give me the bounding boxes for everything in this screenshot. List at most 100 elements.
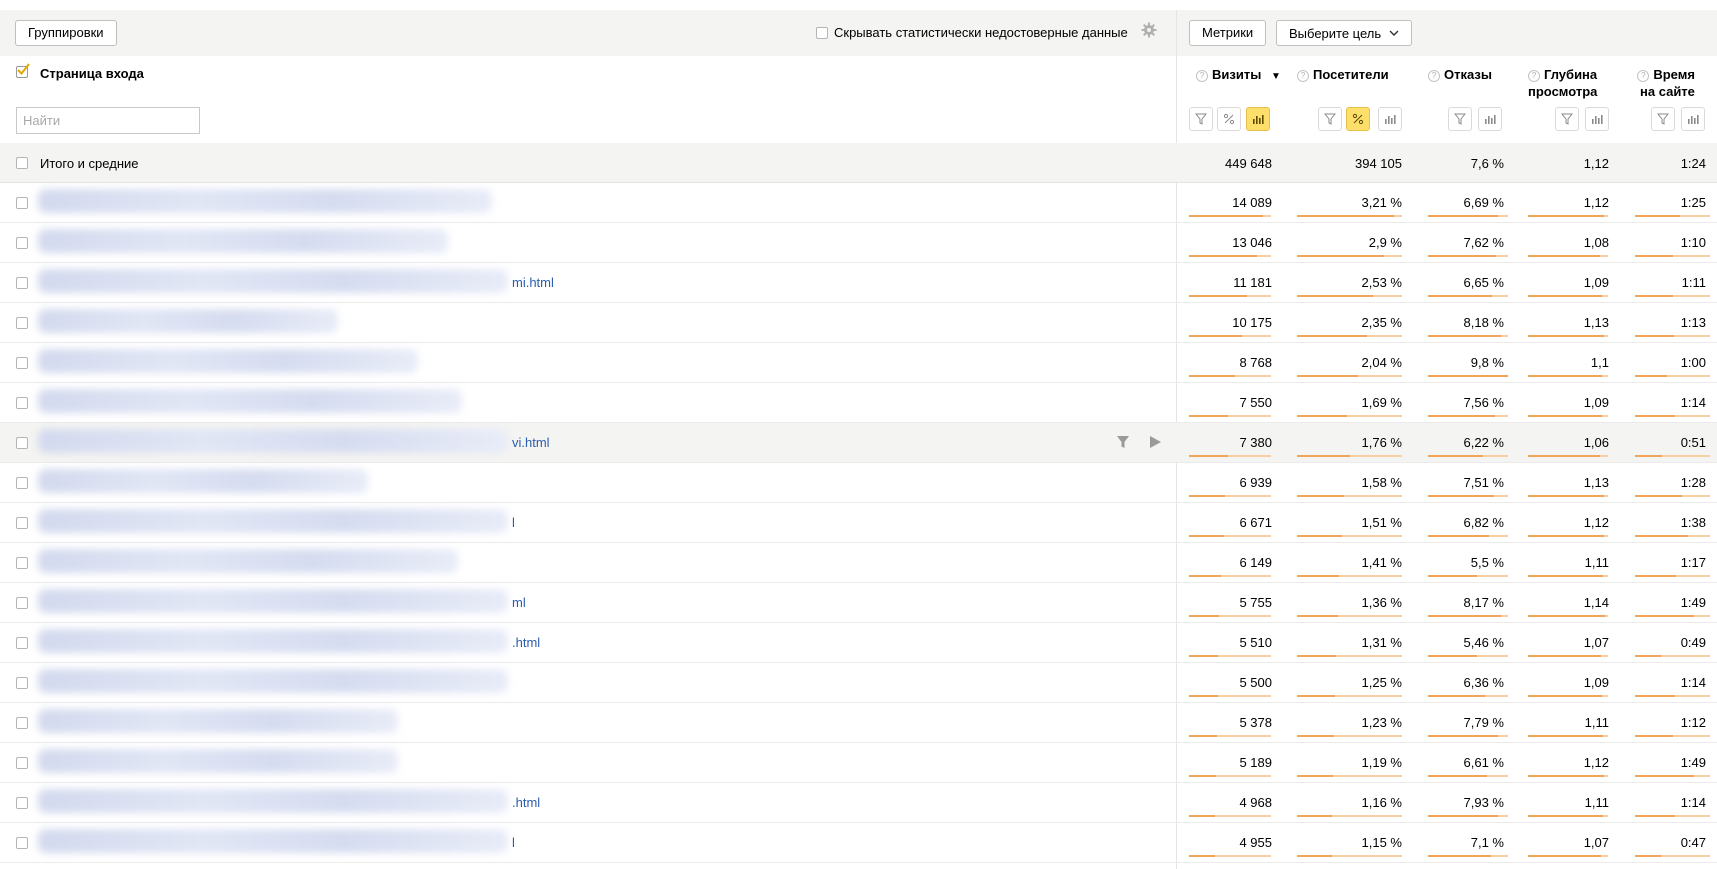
bar-fill [1297,495,1344,497]
table-row[interactable]: 13 046 2,9 % 7,62 % 1,08 1:10 [0,223,1717,263]
cell-visits: 10 175 [1232,315,1272,330]
table-row[interactable]: .html 4 968 1,16 % 7,93 % 1,11 1:14 [0,783,1717,823]
cell-visitors-bar [1297,455,1402,457]
column-header-visits[interactable]: ? Визиты ▼ [1196,66,1281,85]
cell-bounce-bar [1428,255,1508,257]
row-checkbox[interactable] [16,397,28,409]
help-icon[interactable]: ? [1196,70,1208,82]
row-link[interactable]: l [512,515,515,531]
table-row[interactable]: 7 550 1,69 % 7,56 % 1,09 1:14 [0,383,1717,423]
row-link[interactable]: mi.html [512,275,554,291]
row-checkbox[interactable] [16,277,28,289]
bar-chart-icon[interactable] [1378,107,1402,131]
table-row[interactable]: vi.html 7 380 1,76 % 6,22 % 1,06 0:51 [0,423,1717,463]
column-header-depth[interactable]: ? Глубина просмотра [1528,66,1597,100]
row-checkbox[interactable] [16,757,28,769]
table-row[interactable]: 5 378 1,23 % 7,79 % 1,11 1:12 [0,703,1717,743]
groupings-button[interactable]: Группировки [15,20,117,46]
row-checkbox[interactable] [16,317,28,329]
search-input[interactable] [16,107,200,134]
metrics-button[interactable]: Метрики [1189,20,1267,46]
help-icon[interactable]: ? [1637,70,1650,82]
bar-fill [1189,495,1225,497]
table-row[interactable]: l 4 955 1,15 % 7,1 % 1,07 0:47 [0,823,1717,863]
cell-visitors-bar [1297,615,1402,617]
table-row[interactable]: 6 149 1,41 % 5,5 % 1,11 1:17 [0,543,1717,583]
cell-visitors: 2,53 % [1361,275,1402,290]
bar-fill [1189,855,1215,857]
dimension-checkbox[interactable] [16,63,30,78]
row-checkbox[interactable] [16,197,28,209]
row-checkbox[interactable] [16,717,28,729]
filter-icon[interactable] [1116,435,1130,452]
cell-time-bar [1635,295,1710,297]
cell-depth: 1,14 [1583,595,1609,610]
row-checkbox[interactable] [16,437,28,449]
filter-icon[interactable] [1189,107,1213,131]
row-checkbox[interactable] [16,357,28,369]
help-icon[interactable]: ? [1297,70,1309,82]
table-row[interactable]: 5 189 1,19 % 6,61 % 1,12 1:49 [0,743,1717,783]
row-checkbox[interactable] [16,517,28,529]
filter-icon[interactable] [1448,107,1472,131]
bar-fill [1297,735,1334,737]
row-checkbox[interactable] [16,797,28,809]
column-header-bounce[interactable]: ? Отказы [1428,66,1492,83]
table-row[interactable]: 5 500 1,25 % 6,36 % 1,09 1:14 [0,663,1717,703]
table-row[interactable]: 6 939 1,58 % 7,51 % 1,13 1:28 [0,463,1717,503]
totals-checkbox[interactable] [16,157,28,169]
row-checkbox[interactable] [16,637,28,649]
bar-fill [1528,375,1602,377]
bar-fill [1635,495,1682,497]
percent-icon[interactable] [1346,107,1370,131]
percent-icon[interactable] [1217,107,1241,131]
column-label: Посетители [1313,67,1389,82]
sort-desc-icon[interactable]: ▼ [1271,71,1281,82]
cell-visitors: 1,76 % [1361,435,1402,450]
row-checkbox[interactable] [16,597,28,609]
column-header-visitors[interactable]: ? Посетители [1297,66,1389,83]
help-icon[interactable]: ? [1428,70,1440,82]
bar-chart-icon[interactable] [1585,107,1609,131]
bar-chart-icon[interactable] [1246,107,1270,131]
column-header-time[interactable]: ? Время на сайте [1636,66,1695,100]
cell-depth: 1,08 [1583,235,1609,250]
help-icon[interactable]: ? [1528,70,1540,82]
row-link[interactable]: ml [512,595,526,611]
play-icon[interactable] [1148,435,1162,452]
row-link[interactable]: .html [512,635,540,651]
row-link[interactable]: .html [512,795,540,811]
cell-depth: 1,07 [1583,635,1609,650]
goal-select[interactable]: Выберите цель [1276,20,1412,46]
cell-depth-bar [1528,415,1608,417]
cell-bounce-bar [1428,615,1508,617]
row-link[interactable]: l [512,835,515,851]
table-row[interactable]: 14 089 3,21 % 6,69 % 1,12 1:25 [0,183,1717,223]
table-row[interactable]: l 6 671 1,51 % 6,82 % 1,12 1:38 [0,503,1717,543]
table-row[interactable]: ml 5 755 1,36 % 8,17 % 1,14 1:49 [0,583,1717,623]
filter-icon[interactable] [1555,107,1579,131]
table-row[interactable]: mi.html 11 181 2,53 % 6,65 % 1,09 1:11 [0,263,1717,303]
cell-bounce: 8,18 % [1463,315,1504,330]
row-link[interactable]: vi.html [512,435,550,451]
filter-icon[interactable] [1651,107,1675,131]
column-label: Отказы [1444,67,1492,82]
cell-visitors-bar [1297,335,1402,337]
table-row[interactable]: 8 768 2,04 % 9,8 % 1,1 1:00 [0,343,1717,383]
row-checkbox[interactable] [16,837,28,849]
cell-bounce-bar [1428,815,1508,817]
cell-bounce-bar [1428,775,1508,777]
filter-icon[interactable] [1318,107,1342,131]
gear-icon[interactable] [1141,22,1157,38]
row-checkbox[interactable] [16,237,28,249]
cell-time: 1:28 [1680,475,1706,490]
bar-chart-icon[interactable] [1478,107,1502,131]
row-checkbox[interactable] [16,477,28,489]
table-row[interactable]: 10 175 2,35 % 8,18 % 1,13 1:13 [0,303,1717,343]
bar-fill [1635,255,1673,257]
row-checkbox[interactable] [16,677,28,689]
table-row[interactable]: .html 5 510 1,31 % 5,46 % 1,07 0:49 [0,623,1717,663]
row-checkbox[interactable] [16,557,28,569]
bar-chart-icon[interactable] [1681,107,1705,131]
hide-unreliable-checkbox[interactable] [816,27,828,39]
